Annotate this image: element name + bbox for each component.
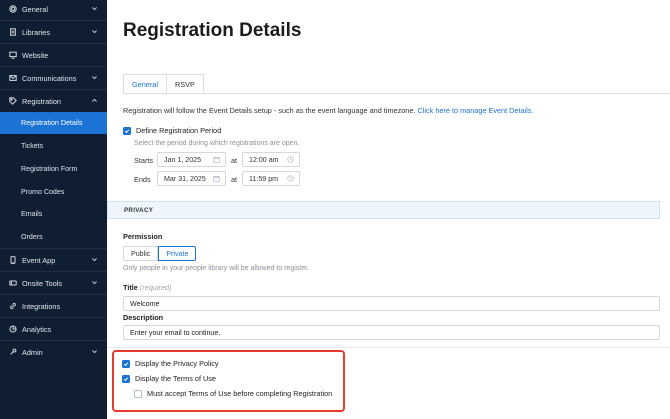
define-period-row: Define Registration Period <box>123 126 221 135</box>
description-label: Description <box>123 313 164 322</box>
envelope-icon <box>8 74 17 83</box>
sidebar-item-label: Admin <box>22 347 43 357</box>
sidebar-subitem-emails[interactable]: Emails <box>0 203 107 225</box>
manage-event-details-link[interactable]: Click here to manage Event Details. <box>417 106 533 115</box>
chevron-down-icon <box>91 279 98 286</box>
info-text: Registration will follow the Event Detai… <box>123 106 533 115</box>
privacy-section-header: PRIVACY <box>107 201 660 219</box>
starts-time-value: 12:00 am <box>249 155 279 164</box>
pie-chart-icon <box>8 325 17 334</box>
permission-toggle: Public Private <box>123 246 197 261</box>
tab-rsvp[interactable]: RSVP <box>165 74 204 94</box>
sidebar-item-website[interactable]: Website <box>0 44 107 66</box>
sidebar-item-admin[interactable]: Admin <box>0 341 107 363</box>
phone-icon <box>8 256 17 265</box>
title-input[interactable]: Welcome <box>123 296 660 311</box>
calendar-icon <box>213 175 220 182</box>
starts-label: Starts <box>134 156 154 165</box>
sidebar-item-integrations[interactable]: Integrations <box>0 295 107 317</box>
sidebar-item-label: Integrations <box>22 301 61 311</box>
chevron-up-icon <box>91 97 98 104</box>
check-icon <box>124 128 130 133</box>
sidebar-item-label: Registration <box>22 96 61 106</box>
tag-icon <box>8 97 17 106</box>
sidebar-item-label: Website <box>22 50 49 60</box>
tab-bar: General RSVP <box>123 74 204 94</box>
check-icon <box>123 361 129 366</box>
privacy-policy-row: Display the Privacy Policy <box>122 359 219 368</box>
sidebar-subitem-tickets[interactable]: Tickets <box>0 135 107 157</box>
sidebar-item-label: Libraries <box>22 27 50 37</box>
starts-date-input[interactable]: Jan 1, 2025 <box>157 152 226 167</box>
tab-underline <box>123 93 670 94</box>
sidebar: General Libraries Website Communications… <box>0 0 107 419</box>
sidebar-item-event-app[interactable]: Event App <box>0 249 107 271</box>
terms-of-use-row: Display the Terms of Use <box>122 374 216 383</box>
permission-private-option[interactable]: Private <box>158 246 197 261</box>
gear-icon <box>8 5 17 14</box>
sidebar-item-label: Analytics <box>22 324 52 334</box>
title-label-text: Title <box>123 283 138 292</box>
main-content: Registration Details General RSVP Regist… <box>107 0 670 419</box>
ends-time-input[interactable]: 11:59 pm <box>242 171 300 186</box>
permission-label: Permission <box>123 232 163 241</box>
sidebar-subitem-orders[interactable]: Orders <box>0 226 107 248</box>
ends-time-value: 11:59 pm <box>249 174 279 183</box>
define-period-label: Define Registration Period <box>136 126 222 135</box>
description-input[interactable]: Enter your email to continue. <box>123 325 660 340</box>
info-message: Registration will follow the Event Detai… <box>123 106 416 115</box>
chevron-down-icon <box>91 28 98 35</box>
sidebar-subitem-registration-details[interactable]: Registration Details <box>0 112 107 134</box>
check-icon <box>123 376 129 381</box>
clock-icon <box>287 175 294 182</box>
monitor-icon <box>8 51 17 60</box>
sidebar-item-onsite-tools[interactable]: Onsite Tools <box>0 272 107 294</box>
clock-icon <box>287 156 294 163</box>
chevron-down-icon <box>91 256 98 263</box>
link-icon <box>8 302 17 311</box>
display-privacy-policy-checkbox[interactable] <box>122 359 130 368</box>
starts-date-value: Jan 1, 2025 <box>164 155 202 164</box>
at-label: at <box>231 156 238 165</box>
must-accept-terms-label: Must accept Terms of Use before completi… <box>147 389 333 398</box>
permission-public-option[interactable]: Public <box>123 246 159 261</box>
define-period-checkbox[interactable] <box>123 126 131 135</box>
sidebar-subitem-promo-codes[interactable]: Promo Codes <box>0 181 107 203</box>
display-terms-label: Display the Terms of Use <box>135 374 216 383</box>
at-label: at <box>231 175 238 184</box>
title-label: Title (required) <box>123 283 172 292</box>
document-icon <box>8 28 17 37</box>
define-period-hint: Select the period during which registrat… <box>134 140 300 147</box>
sidebar-item-label: General <box>22 4 48 14</box>
must-accept-terms-checkbox[interactable] <box>134 389 142 398</box>
sidebar-item-general[interactable]: General <box>0 0 107 20</box>
page-title: Registration Details <box>123 20 302 41</box>
sidebar-item-label: Event App <box>22 255 56 265</box>
sidebar-item-registration[interactable]: Registration <box>0 90 107 112</box>
tab-general[interactable]: General <box>123 74 167 94</box>
sidebar-subitem-registration-form[interactable]: Registration Form <box>0 158 107 180</box>
sidebar-item-analytics[interactable]: Analytics <box>0 318 107 340</box>
ends-date-input[interactable]: Mar 31, 2025 <box>157 171 226 186</box>
sidebar-item-label: Onsite Tools <box>22 278 63 288</box>
chevron-down-icon <box>91 5 98 12</box>
sidebar-item-communications[interactable]: Communications <box>0 67 107 89</box>
must-accept-row: Must accept Terms of Use before completi… <box>134 389 332 398</box>
ends-date-value: Mar 31, 2025 <box>164 174 206 183</box>
title-required-text: (required) <box>139 283 172 292</box>
permission-hint: Only people in your people library will … <box>123 265 309 272</box>
display-privacy-policy-label: Display the Privacy Policy <box>135 359 219 368</box>
section-divider <box>107 347 670 348</box>
starts-time-input[interactable]: 12:00 am <box>242 152 300 167</box>
chevron-down-icon <box>91 348 98 355</box>
ends-label: Ends <box>134 175 151 184</box>
display-terms-checkbox[interactable] <box>122 374 130 383</box>
calendar-icon <box>213 156 220 163</box>
sidebar-item-libraries[interactable]: Libraries <box>0 21 107 43</box>
wrench-icon <box>8 348 17 357</box>
sidebar-item-label: Communications <box>22 73 77 83</box>
chevron-down-icon <box>91 74 98 81</box>
onsite-icon <box>8 279 17 288</box>
